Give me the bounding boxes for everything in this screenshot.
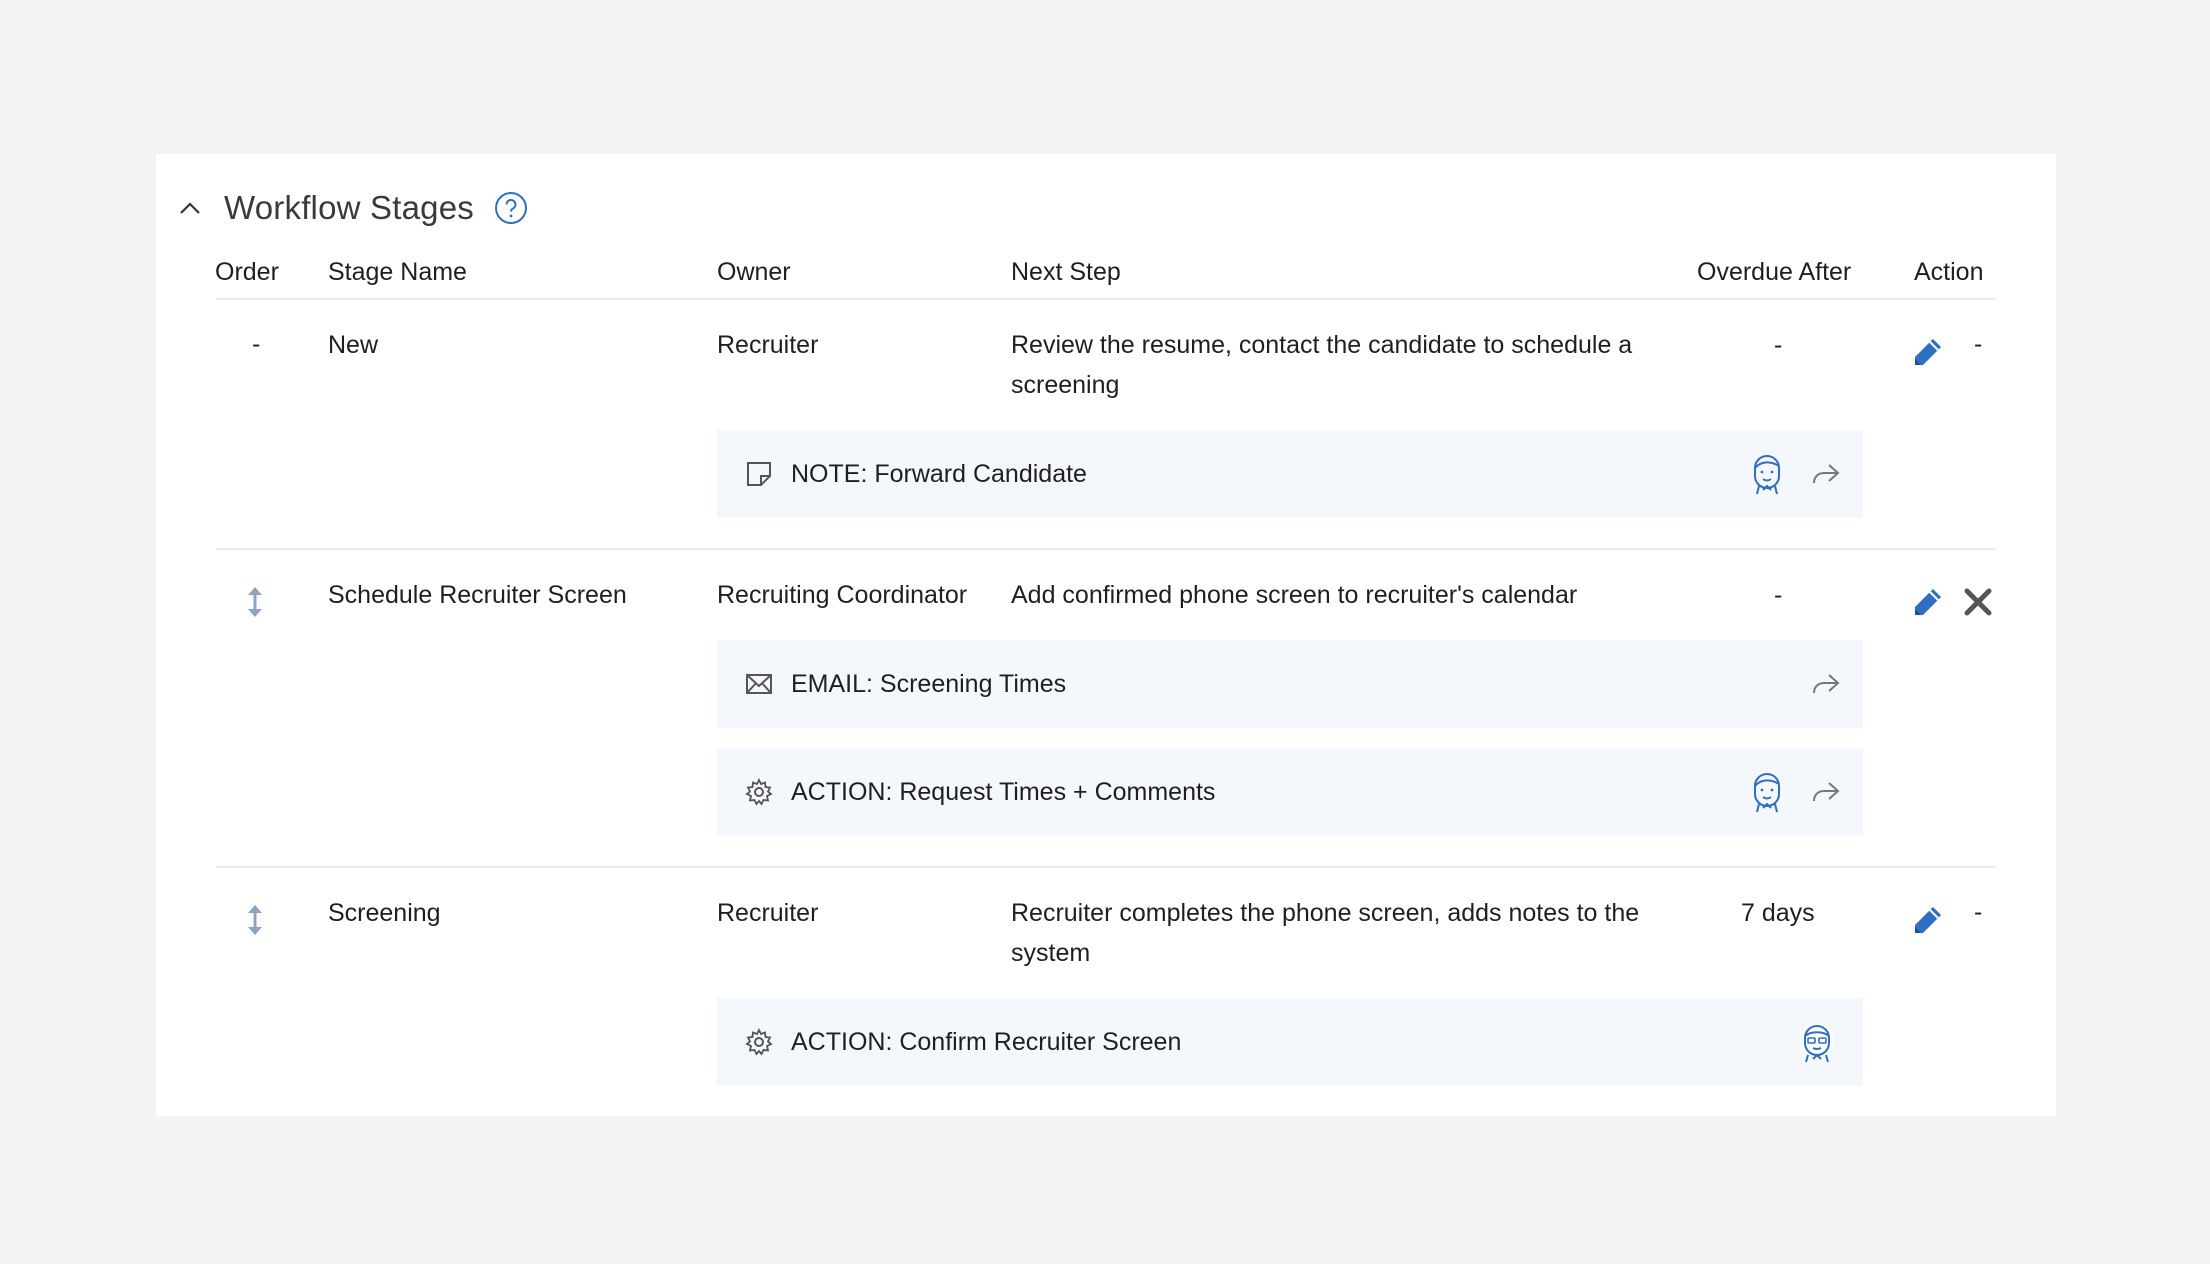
column-header-overdue-after: Overdue After bbox=[1697, 258, 1852, 286]
chevron-up-icon[interactable] bbox=[176, 194, 204, 222]
workflow-stages-panel: Workflow Stages Order Stage Name Owner N… bbox=[156, 154, 2056, 1116]
edit-pencil-icon[interactable] bbox=[1910, 334, 1946, 370]
header-divider bbox=[216, 298, 1996, 300]
next-step: Add confirmed phone screen to recruiter'… bbox=[1011, 581, 1578, 609]
task-controls bbox=[1797, 998, 1863, 1086]
gear-icon bbox=[743, 776, 775, 808]
column-header-stage-name: Stage Name bbox=[328, 258, 467, 286]
action-placeholder: - bbox=[1974, 330, 1983, 358]
owner: Recruiting Coordinator bbox=[717, 581, 968, 609]
stage-task-item[interactable]: NOTE: Forward Candidate bbox=[717, 430, 1863, 518]
task-controls bbox=[1747, 430, 1863, 518]
next-step: Recruiter completes the phone screen, ad… bbox=[1011, 899, 1640, 967]
task-label: ACTION: Request Times + Comments bbox=[791, 777, 1216, 806]
action-placeholder: - bbox=[1974, 898, 1983, 926]
forward-arrow-icon[interactable] bbox=[1809, 669, 1843, 699]
stage-task-item[interactable]: ACTION: Confirm Recruiter Screen bbox=[717, 998, 1863, 1086]
task-label: ACTION: Confirm Recruiter Screen bbox=[791, 1027, 1182, 1056]
task-label: EMAIL: Screening Times bbox=[791, 669, 1067, 698]
avatar-icon bbox=[1797, 1019, 1837, 1065]
stage-name: Schedule Recruiter Screen bbox=[328, 581, 627, 609]
task-controls bbox=[1809, 640, 1863, 728]
avatar-icon bbox=[1747, 769, 1787, 815]
drag-handle-icon[interactable] bbox=[243, 584, 267, 620]
overdue-after: - bbox=[1774, 581, 1783, 609]
stage-task-item[interactable]: ACTION: Request Times + Comments bbox=[717, 748, 1863, 836]
owner: Recruiter bbox=[717, 331, 819, 359]
section-header: Workflow Stages bbox=[176, 180, 528, 236]
overdue-after: 7 days bbox=[1741, 899, 1815, 927]
column-header-action: Action bbox=[1914, 258, 1984, 286]
note-icon bbox=[743, 458, 775, 490]
row-divider bbox=[216, 548, 1996, 550]
delete-x-icon[interactable] bbox=[1962, 586, 1994, 618]
section-title: Workflow Stages bbox=[224, 189, 474, 226]
edit-pencil-icon[interactable] bbox=[1910, 902, 1946, 938]
column-header-next-step: Next Step bbox=[1011, 258, 1121, 286]
gear-icon bbox=[743, 1026, 775, 1058]
column-header-order: Order bbox=[215, 258, 279, 286]
edit-pencil-icon[interactable] bbox=[1910, 584, 1946, 620]
help-icon[interactable] bbox=[494, 191, 528, 225]
forward-arrow-icon[interactable] bbox=[1809, 459, 1843, 489]
stage-task-item[interactable]: EMAIL: Screening Times bbox=[717, 640, 1863, 728]
avatar-icon bbox=[1747, 451, 1787, 497]
next-step: Review the resume, contact the candidate… bbox=[1011, 331, 1633, 399]
forward-arrow-icon[interactable] bbox=[1809, 777, 1843, 807]
row-divider bbox=[216, 866, 1996, 868]
overdue-after: - bbox=[1774, 331, 1783, 359]
column-header-owner: Owner bbox=[717, 258, 791, 286]
task-controls bbox=[1747, 748, 1863, 836]
envelope-icon bbox=[743, 668, 775, 700]
stage-name: New bbox=[328, 331, 379, 359]
task-label: NOTE: Forward Candidate bbox=[791, 459, 1087, 488]
owner: Recruiter bbox=[717, 899, 819, 927]
order-value: - bbox=[252, 330, 261, 358]
stage-name: Screening bbox=[328, 899, 441, 927]
drag-handle-icon[interactable] bbox=[243, 902, 267, 938]
